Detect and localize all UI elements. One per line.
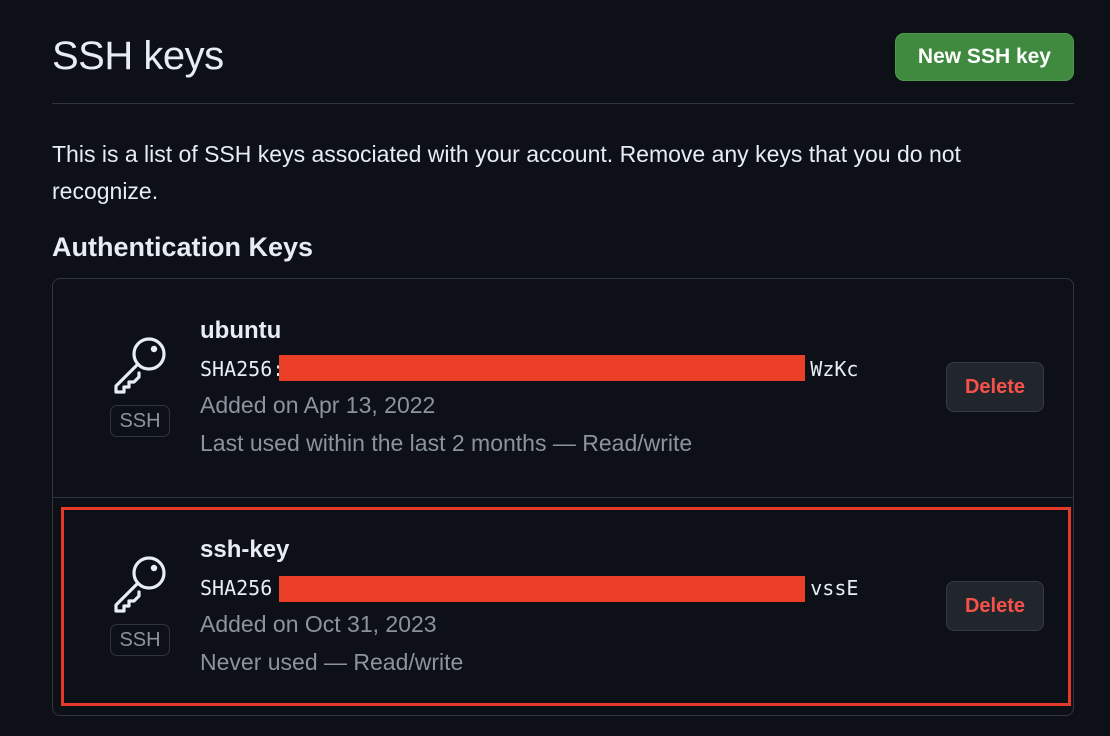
key-icon bbox=[114, 556, 166, 613]
key-last-used: Never used — Read/write bbox=[200, 649, 464, 675]
key-title: ssh-key bbox=[200, 536, 290, 563]
page-header: SSH keys New SSH key bbox=[52, 32, 1074, 104]
fingerprint-prefix: SHA256 bbox=[200, 576, 273, 600]
fingerprint-suffix: vssE bbox=[810, 576, 859, 600]
key-title: ubuntu bbox=[200, 317, 282, 344]
page-title: SSH keys bbox=[52, 34, 224, 78]
ssh-key-item: SSH ssh-key SHA256 vssE Added on Oct 31, … bbox=[53, 498, 1073, 715]
key-last-used: Last used within the last 2 months — Rea… bbox=[200, 430, 693, 456]
fingerprint-prefix: SHA256: bbox=[200, 357, 285, 381]
fingerprint-suffix: WzKc bbox=[810, 357, 859, 381]
ssh-badge: SSH bbox=[110, 405, 170, 437]
redaction-mark bbox=[279, 576, 805, 602]
page-description: This is a list of SSH keys associated wi… bbox=[52, 141, 961, 204]
section-title: Authentication Keys bbox=[52, 232, 314, 262]
delete-key-button[interactable]: Delete bbox=[946, 581, 1044, 631]
ssh-key-item: SSH ubuntu SHA256: WzKc Added on Apr 13, … bbox=[53, 279, 1073, 498]
key-added-date: Added on Apr 13, 2022 bbox=[200, 392, 436, 418]
delete-key-button[interactable]: Delete bbox=[946, 362, 1044, 412]
new-ssh-key-button[interactable]: New SSH key bbox=[894, 33, 1074, 81]
ssh-key-list: SSH ubuntu SHA256: WzKc Added on Apr 13, … bbox=[52, 278, 1074, 716]
ssh-badge: SSH bbox=[110, 624, 170, 656]
key-icon bbox=[114, 337, 166, 394]
redaction-mark bbox=[279, 355, 805, 381]
key-added-date: Added on Oct 31, 2023 bbox=[200, 611, 437, 637]
